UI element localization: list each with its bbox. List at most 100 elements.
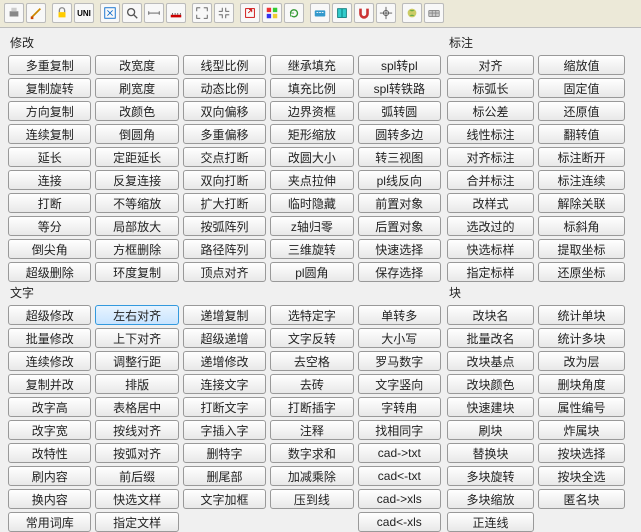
refresh-icon[interactable] [284, 3, 304, 23]
cmd-button[interactable]: 改宽度 [95, 55, 178, 75]
cmd-button[interactable]: spl转铁路 [358, 78, 441, 98]
cmd-button[interactable]: 数字求和 [270, 443, 353, 463]
cmd-button[interactable]: 翻转值 [538, 124, 625, 144]
brush-icon[interactable] [26, 3, 46, 23]
cmd-button[interactable]: cad->xls [358, 489, 441, 509]
book-icon[interactable] [332, 3, 352, 23]
lock-icon[interactable] [52, 3, 72, 23]
cmd-button[interactable]: 交点打断 [183, 147, 266, 167]
cmd-button[interactable]: 快选文样 [95, 489, 178, 509]
cmd-button[interactable]: 统计多块 [538, 328, 625, 348]
cmd-button[interactable]: 加减乘除 [270, 466, 353, 486]
cmd-button[interactable]: 动态比例 [183, 78, 266, 98]
cmd-button[interactable]: 夹点拉伸 [270, 170, 353, 190]
cmd-button[interactable]: 刷宽度 [95, 78, 178, 98]
cmd-button[interactable]: 超级递增 [183, 328, 266, 348]
cmd-button[interactable]: 标注连续 [538, 170, 625, 190]
cmd-button[interactable]: 删块角度 [538, 374, 625, 394]
cmd-button[interactable]: 指定文样 [95, 512, 178, 532]
cmd-button[interactable]: z轴归零 [270, 216, 353, 236]
measure-icon[interactable] [144, 3, 164, 23]
cmd-button[interactable]: 炸属块 [538, 420, 625, 440]
cmd-button[interactable]: 方向复制 [8, 101, 91, 121]
cmd-button[interactable]: 快选标样 [447, 239, 534, 259]
cmd-button[interactable]: 选改过的 [447, 216, 534, 236]
cmd-button[interactable]: 缩放值 [538, 55, 625, 75]
cmd-button[interactable]: 后置对象 [358, 216, 441, 236]
cmd-button[interactable]: 按弧对齐 [95, 443, 178, 463]
zoom-extents-icon[interactable] [100, 3, 120, 23]
cmd-button[interactable]: 刷块 [447, 420, 534, 440]
cmd-button[interactable]: 连续复制 [8, 124, 91, 144]
cmd-button[interactable]: cad<-txt [358, 466, 441, 486]
cmd-button[interactable]: 前后缀 [95, 466, 178, 486]
cmd-button[interactable]: 边界资框 [270, 101, 353, 121]
cmd-button[interactable]: 多块缩放 [447, 489, 534, 509]
cmd-button[interactable]: 按线对齐 [95, 420, 178, 440]
crosshair-icon[interactable] [376, 3, 396, 23]
cmd-button[interactable]: 改特性 [8, 443, 91, 463]
cmd-button[interactable]: 复制旋转 [8, 78, 91, 98]
cmd-button[interactable]: 多重偏移 [183, 124, 266, 144]
cmd-button[interactable]: 合并标注 [447, 170, 534, 190]
cmd-button[interactable]: 还原坐标 [538, 262, 625, 282]
cmd-button[interactable]: 删特字 [183, 443, 266, 463]
cmd-button[interactable]: 指定标样 [447, 262, 534, 282]
fullscreen-icon[interactable] [192, 3, 212, 23]
cmd-button[interactable]: 文字加框 [183, 489, 266, 509]
cmd-button[interactable]: 等分 [8, 216, 91, 236]
cmd-button[interactable]: 连接 [8, 170, 91, 190]
magnet-icon[interactable] [354, 3, 374, 23]
cmd-button[interactable]: 反复连接 [95, 170, 178, 190]
cmd-button[interactable]: 左右对齐 [95, 305, 178, 325]
cmd-button[interactable]: 大小写 [358, 328, 441, 348]
cmd-button[interactable]: 方框删除 [95, 239, 178, 259]
cmd-button[interactable]: 替换块 [447, 443, 534, 463]
cmd-button[interactable]: 常用词库 [8, 512, 91, 532]
cmd-button[interactable]: 局部放大 [95, 216, 178, 236]
cmd-button[interactable]: 单转多 [358, 305, 441, 325]
cmd-button[interactable]: 不等缩放 [95, 193, 178, 213]
cmd-button[interactable]: 三维旋转 [270, 239, 353, 259]
cmd-button[interactable]: 选特定字 [270, 305, 353, 325]
cmd-button[interactable]: 标公差 [447, 101, 534, 121]
cmd-button[interactable]: 保存选择 [358, 262, 441, 282]
cmd-button[interactable]: 递增复制 [183, 305, 266, 325]
cmd-button[interactable]: spl转pl [358, 55, 441, 75]
cmd-button[interactable]: 提取坐标 [538, 239, 625, 259]
cmd-button[interactable]: 延长 [8, 147, 91, 167]
cmd-button[interactable]: 上下对齐 [95, 328, 178, 348]
cmd-button[interactable]: 线性标注 [447, 124, 534, 144]
cmd-button[interactable]: 调整行距 [95, 351, 178, 371]
cmd-button[interactable]: 打断文字 [183, 397, 266, 417]
cmd-button[interactable]: 连续修改 [8, 351, 91, 371]
cmd-button[interactable]: 多块旋转 [447, 466, 534, 486]
cmd-button[interactable]: 超级修改 [8, 305, 91, 325]
cmd-button[interactable]: 按块选择 [538, 443, 625, 463]
cmd-button[interactable]: 改样式 [447, 193, 534, 213]
cmd-button[interactable]: 字插入字 [183, 420, 266, 440]
cmd-button[interactable]: 双向偏移 [183, 101, 266, 121]
cmd-button[interactable]: 复制并改 [8, 374, 91, 394]
cmd-button[interactable]: 按块全选 [538, 466, 625, 486]
cmd-button[interactable]: 改圆大小 [270, 147, 353, 167]
cmd-button[interactable]: 改块基点 [447, 351, 534, 371]
cmd-button[interactable]: 标弧长 [447, 78, 534, 98]
cmd-button[interactable]: 删尾部 [183, 466, 266, 486]
cmd-button[interactable]: 打断 [8, 193, 91, 213]
export-icon[interactable] [240, 3, 260, 23]
cmd-button[interactable]: 文字反转 [270, 328, 353, 348]
cmd-button[interactable]: 批量改名 [447, 328, 534, 348]
cmd-button[interactable]: 双向打断 [183, 170, 266, 190]
cmd-button[interactable]: 连接文字 [183, 374, 266, 394]
cmd-button[interactable]: 改字宽 [8, 420, 91, 440]
cmd-button[interactable]: 转三视图 [358, 147, 441, 167]
cmd-button[interactable]: cad->txt [358, 443, 441, 463]
contract-icon[interactable] [214, 3, 234, 23]
cmd-button[interactable]: 多重复制 [8, 55, 91, 75]
cmd-button[interactable]: 统计单块 [538, 305, 625, 325]
keyboard-icon[interactable] [310, 3, 330, 23]
cmd-button[interactable]: 刷内容 [8, 466, 91, 486]
grid-icon[interactable] [424, 3, 444, 23]
cmd-button[interactable]: 字转甪 [358, 397, 441, 417]
